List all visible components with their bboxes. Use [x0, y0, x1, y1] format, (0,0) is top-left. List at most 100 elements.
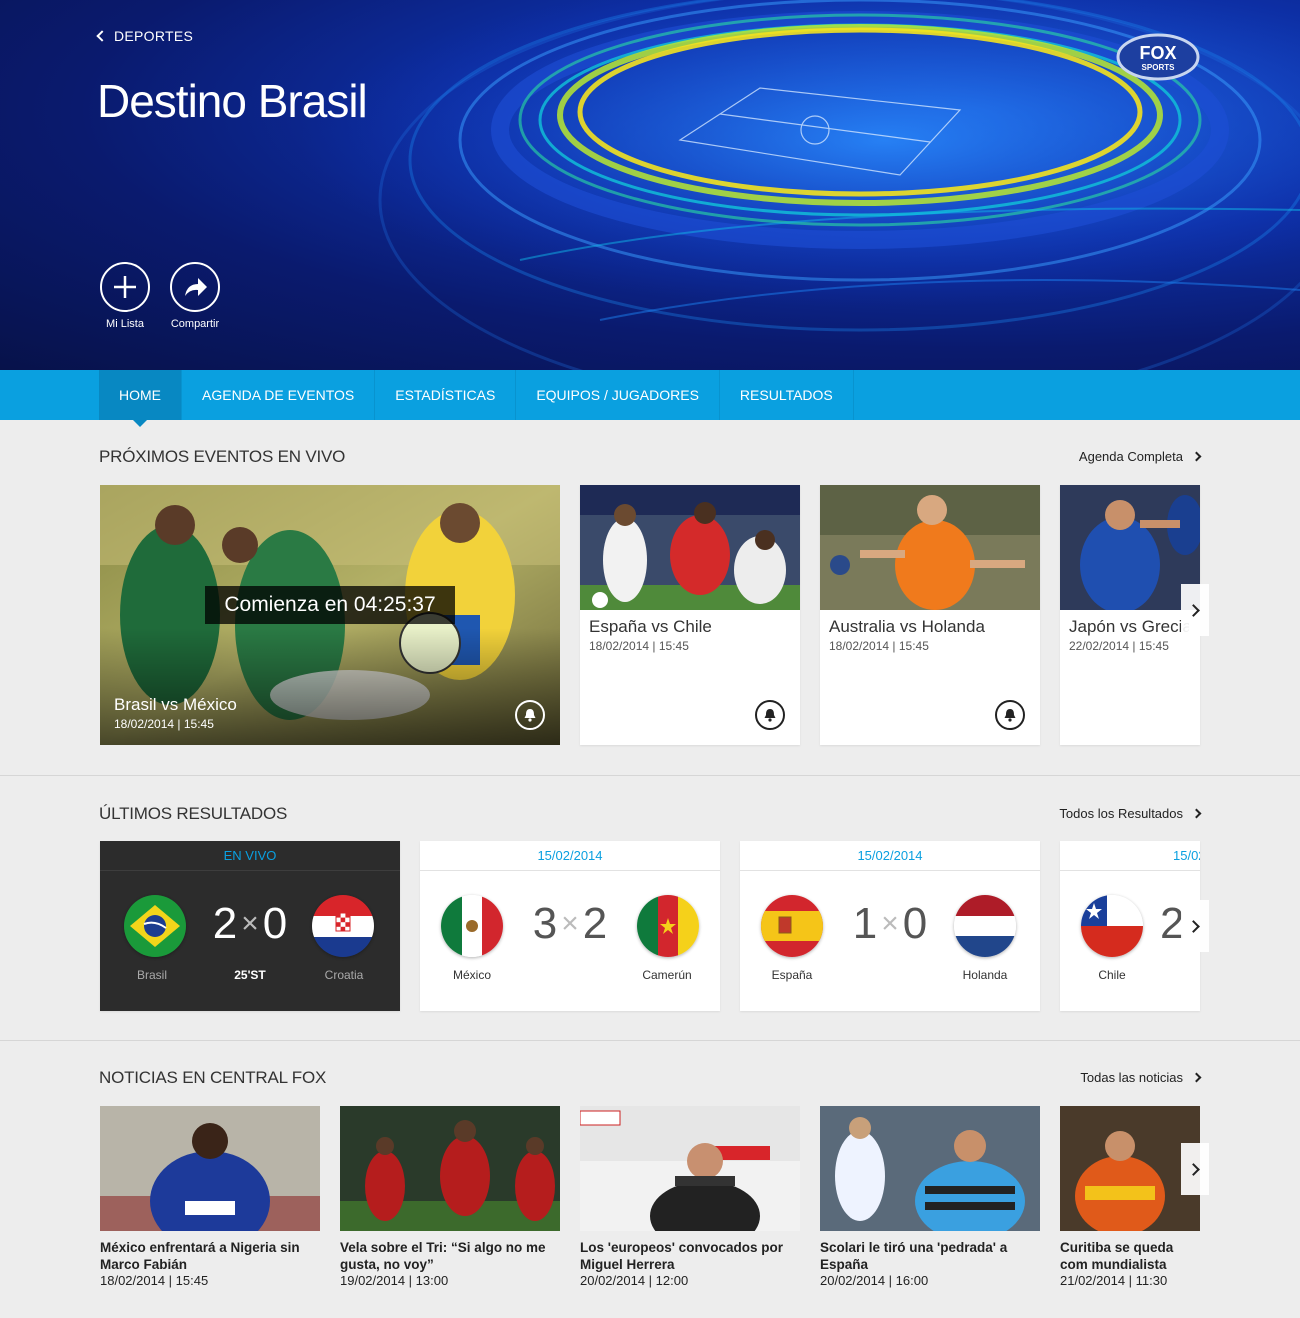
live-result-card[interactable]: EN VIVO 2 × 0 Brasil 25'ST Croatia	[100, 841, 400, 1011]
versus-icon: ×	[561, 907, 579, 940]
agenda-completa-label: Agenda Completa	[1078, 449, 1183, 464]
reminder-button[interactable]	[515, 700, 545, 730]
news-date: 20/02/2014 | 16:00	[820, 1273, 929, 1288]
news-item[interactable]: Los 'europeos' convocados por Miguel Her…	[580, 1106, 800, 1288]
tab-agenda[interactable]: AGENDA DE EVENTOS	[182, 370, 376, 420]
svg-text:SPORTS: SPORTS	[1142, 63, 1176, 72]
croatia-flag-icon	[312, 895, 374, 957]
event-card[interactable]: Australia vs Holanda 18/02/2014 | 15:45	[820, 485, 1040, 745]
news-photo	[100, 1106, 320, 1231]
event-photo	[1060, 485, 1200, 610]
event-card[interactable]: Japón vs Grecia 22/02/2014 | 15:45	[1060, 485, 1200, 745]
live-badge: EN VIVO	[100, 841, 400, 871]
bell-icon	[1004, 709, 1016, 722]
news-item[interactable]: Curitiba se queda com mundialista 21/02/…	[1060, 1106, 1200, 1288]
news-date: 19/02/2014 | 13:00	[340, 1273, 449, 1288]
away-score: 0	[262, 899, 288, 948]
news-photo	[340, 1106, 560, 1231]
home-score: 1	[852, 899, 878, 948]
chevron-right-icon	[1191, 451, 1202, 462]
away-team-name: Camerún	[642, 968, 692, 982]
away-score: 0	[902, 899, 928, 948]
home-team-name: Chile	[1098, 968, 1126, 982]
chevron-right-icon	[1186, 919, 1200, 933]
news-title: Los 'europeos' convocados por Miguel Her…	[580, 1240, 783, 1272]
featured-event-date: 18/02/2014 | 15:45	[114, 717, 214, 731]
event-photo	[820, 485, 1040, 610]
chile-flag-icon	[1081, 895, 1143, 957]
reminder-button[interactable]	[755, 700, 785, 730]
reminder-button[interactable]	[995, 700, 1025, 730]
news-date: 18/02/2014 | 15:45	[100, 1273, 209, 1288]
event-title: España vs Chile	[589, 617, 712, 636]
home-team-name: España	[771, 968, 813, 982]
back-link-label: DEPORTES	[114, 28, 194, 44]
home-score: 2	[212, 899, 238, 948]
result-date: 15/02/2014	[420, 841, 720, 871]
section-divider	[0, 1040, 1300, 1041]
event-date: 22/02/2014 | 15:45	[1069, 639, 1169, 653]
plus-icon	[114, 276, 136, 298]
hero-banner: DEPORTES Destino Brasil FOX SPORTS Mi Li…	[0, 0, 1300, 370]
stadium-illustration	[0, 0, 1300, 370]
home-score: 3	[532, 899, 558, 948]
share-arrow-icon	[185, 278, 207, 296]
results-next-button[interactable]	[1181, 900, 1209, 952]
chevron-left-icon	[96, 30, 108, 42]
event-card[interactable]: España vs Chile 18/02/2014 | 15:45	[580, 485, 800, 745]
versus-icon: ×	[241, 907, 259, 940]
tab-equipos[interactable]: EQUIPOS / JUGADORES	[516, 370, 720, 420]
countdown-timer: Comienza en 04:25:37	[205, 586, 455, 624]
final-score: 1 × 0	[840, 899, 940, 949]
result-card[interactable]: 15/02/2014 1 × 0 España Holanda	[740, 841, 1040, 1011]
events-next-button[interactable]	[1181, 584, 1209, 636]
event-date: 18/02/2014 | 15:45	[589, 639, 689, 653]
todas-noticias-link[interactable]: Todas las noticias	[1080, 1070, 1202, 1085]
result-card[interactable]: 15/02/2014 2 Chile	[1060, 841, 1200, 1011]
final-score: 3 × 2	[520, 899, 620, 949]
news-photo	[820, 1106, 1040, 1231]
todas-noticias-label: Todas las noticias	[1080, 1070, 1183, 1085]
live-score: 2 × 0	[200, 899, 300, 949]
featured-event-title: Brasil vs México	[114, 695, 237, 714]
back-link-deportes[interactable]: DEPORTES	[96, 28, 194, 44]
results-section-title: ÚLTIMOS RESULTADOS	[99, 804, 288, 823]
news-item[interactable]: México enfrentará a Nigeria sin Marco Fa…	[100, 1106, 320, 1288]
fox-sports-logo: FOX SPORTS	[1116, 33, 1200, 81]
away-team-name: Holanda	[962, 968, 1008, 982]
versus-icon: ×	[881, 907, 899, 940]
svg-text:FOX: FOX	[1139, 43, 1176, 63]
home-team-name: Brasil	[136, 968, 167, 982]
bell-icon	[764, 709, 776, 722]
news-title: Curitiba se queda com mundialista	[1060, 1240, 1174, 1272]
tab-resultados[interactable]: RESULTADOS	[720, 370, 854, 420]
agenda-completa-link[interactable]: Agenda Completa	[1078, 449, 1202, 464]
news-item[interactable]: Vela sobre el Tri: “Si algo no me gusta,…	[340, 1106, 560, 1288]
news-date: 20/02/2014 | 12:00	[580, 1273, 689, 1288]
chevron-right-icon	[1191, 1072, 1202, 1083]
event-photo	[580, 485, 800, 610]
add-to-list-button[interactable]	[100, 262, 150, 312]
event-date: 18/02/2014 | 15:45	[829, 639, 929, 653]
featured-event-card[interactable]: Comienza en 04:25:37 Brasil vs México 18…	[100, 485, 560, 745]
todos-resultados-link[interactable]: Todos los Resultados	[1059, 806, 1202, 821]
event-title: Japón vs Grecia	[1069, 617, 1189, 636]
share-button[interactable]	[170, 262, 220, 312]
news-next-button[interactable]	[1181, 1143, 1209, 1195]
away-team-name: Croatia	[324, 968, 364, 982]
news-title: Scolari le tiró una 'pedrada' a España	[820, 1240, 1008, 1272]
chevron-right-icon	[1186, 1162, 1200, 1176]
tab-home[interactable]: HOME	[99, 370, 182, 427]
news-title: Vela sobre el Tri: “Si algo no me gusta,…	[340, 1240, 546, 1272]
bell-icon	[524, 709, 536, 722]
section-nav: HOME AGENDA DE EVENTOS ESTADÍSTICAS EQUI…	[0, 370, 1300, 427]
news-item[interactable]: Scolari le tiró una 'pedrada' a España 2…	[820, 1106, 1040, 1288]
result-card[interactable]: 15/02/2014 3 × 2 México Camerún	[420, 841, 720, 1011]
match-minute: 25'ST	[234, 968, 266, 982]
chevron-right-icon	[1191, 808, 1202, 819]
brazil-flag-icon	[124, 895, 186, 957]
mexico-flag-icon	[441, 895, 503, 957]
away-score: 2	[582, 899, 608, 948]
tab-estadisticas[interactable]: ESTADÍSTICAS	[375, 370, 517, 420]
news-title: México enfrentará a Nigeria sin Marco Fa…	[100, 1240, 300, 1272]
